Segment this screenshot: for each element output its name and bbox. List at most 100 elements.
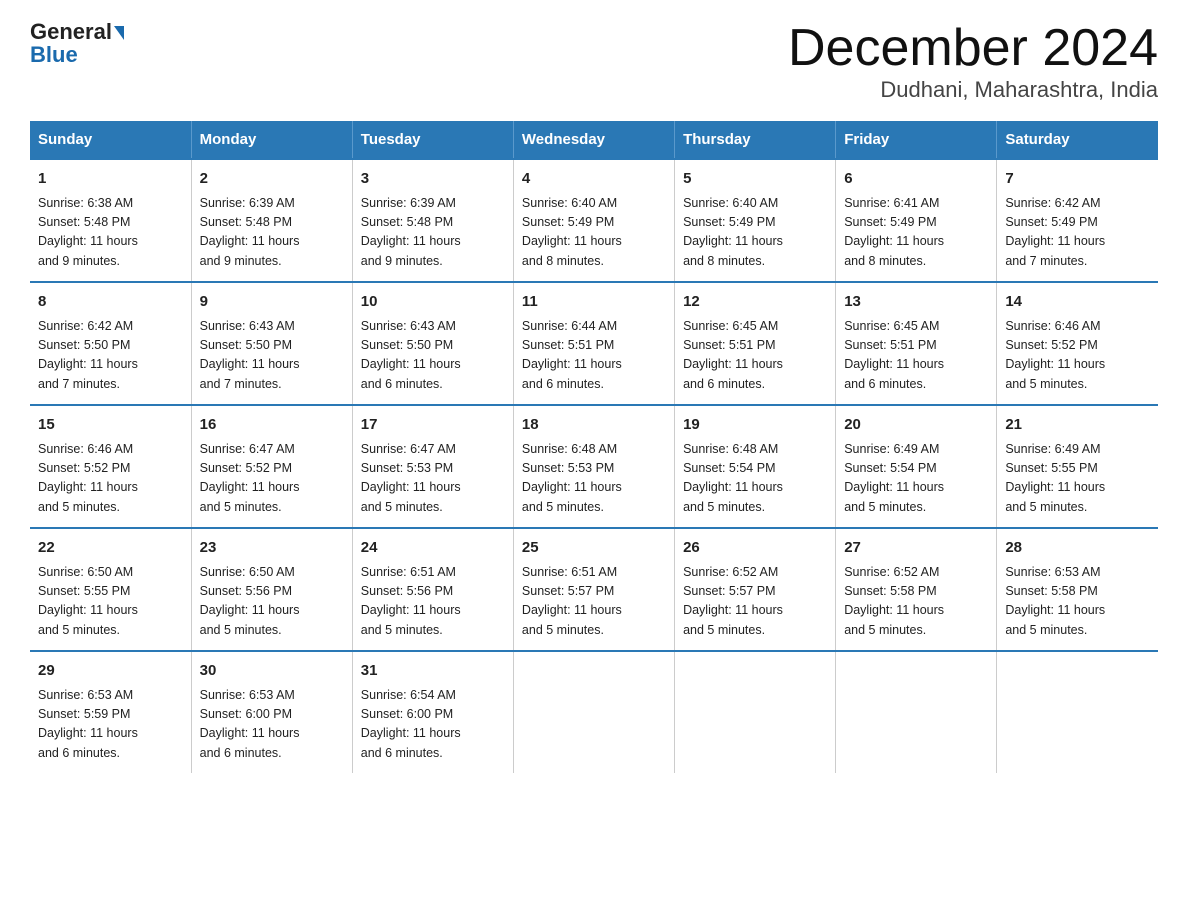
day-number: 1 bbox=[38, 168, 183, 191]
calendar-cell: 22Sunrise: 6:50 AM Sunset: 5:55 PM Dayli… bbox=[30, 528, 191, 651]
day-number: 21 bbox=[1005, 414, 1150, 437]
day-info: Sunrise: 6:45 AM Sunset: 5:51 PM Dayligh… bbox=[683, 317, 827, 395]
calendar-cell: 30 Sunrise: 6:53 AM Sunset: 6:00 PM Dayli… bbox=[191, 651, 352, 773]
calendar-cell: 2 Sunrise: 6:39 AM Sunset: 5:48 PM Daylig… bbox=[191, 159, 352, 282]
col-header-thursday: Thursday bbox=[675, 121, 836, 159]
day-info: Sunrise: 6:51 AM Sunset: 5:56 PM Dayligh… bbox=[361, 563, 505, 641]
calendar-cell: 17 Sunrise: 6:47 AM Sunset: 5:53 PM Dayli… bbox=[352, 405, 513, 528]
day-info: Sunrise: 6:47 AM Sunset: 5:53 PM Dayligh… bbox=[361, 440, 505, 518]
col-header-monday: Monday bbox=[191, 121, 352, 159]
col-header-tuesday: Tuesday bbox=[352, 121, 513, 159]
calendar-cell: 27 Sunrise: 6:52 AM Sunset: 5:58 PM Dayli… bbox=[836, 528, 997, 651]
day-info: Sunrise: 6:46 AM Sunset: 5:52 PM Dayligh… bbox=[1005, 317, 1150, 395]
calendar-body: 1 Sunrise: 6:38 AM Sunset: 5:48 PM Daylig… bbox=[30, 159, 1158, 773]
day-info: Sunrise: 6:40 AM Sunset: 5:49 PM Dayligh… bbox=[522, 194, 666, 272]
day-info: Sunrise: 6:41 AM Sunset: 5:49 PM Dayligh… bbox=[844, 194, 988, 272]
page-header: General Blue December 2024 Dudhani, Maha… bbox=[30, 20, 1158, 103]
calendar-cell: 18Sunrise: 6:48 AM Sunset: 5:53 PM Dayli… bbox=[513, 405, 674, 528]
day-info: Sunrise: 6:54 AM Sunset: 6:00 PM Dayligh… bbox=[361, 686, 505, 764]
calendar-cell: 8 Sunrise: 6:42 AM Sunset: 5:50 PM Daylig… bbox=[30, 282, 191, 405]
calendar-cell: 13Sunrise: 6:45 AM Sunset: 5:51 PM Dayli… bbox=[836, 282, 997, 405]
day-number: 9 bbox=[200, 291, 344, 314]
logo: General Blue bbox=[30, 20, 124, 68]
month-title: December 2024 bbox=[788, 20, 1158, 77]
calendar-cell: 21 Sunrise: 6:49 AM Sunset: 5:55 PM Dayli… bbox=[997, 405, 1158, 528]
day-info: Sunrise: 6:47 AM Sunset: 5:52 PM Dayligh… bbox=[200, 440, 344, 518]
day-info: Sunrise: 6:42 AM Sunset: 5:49 PM Dayligh… bbox=[1005, 194, 1150, 272]
day-number: 26 bbox=[683, 537, 827, 560]
logo-general-text: General bbox=[30, 20, 112, 44]
day-number: 11 bbox=[522, 291, 666, 314]
calendar-cell: 1 Sunrise: 6:38 AM Sunset: 5:48 PM Daylig… bbox=[30, 159, 191, 282]
calendar-cell: 28 Sunrise: 6:53 AM Sunset: 5:58 PM Dayli… bbox=[997, 528, 1158, 651]
calendar-cell: 26 Sunrise: 6:52 AM Sunset: 5:57 PM Dayli… bbox=[675, 528, 836, 651]
day-number: 24 bbox=[361, 537, 505, 560]
calendar-cell: 14Sunrise: 6:46 AM Sunset: 5:52 PM Dayli… bbox=[997, 282, 1158, 405]
day-info: Sunrise: 6:48 AM Sunset: 5:54 PM Dayligh… bbox=[683, 440, 827, 518]
calendar-cell: 4 Sunrise: 6:40 AM Sunset: 5:49 PM Daylig… bbox=[513, 159, 674, 282]
day-info: Sunrise: 6:51 AM Sunset: 5:57 PM Dayligh… bbox=[522, 563, 666, 641]
calendar-cell: 25 Sunrise: 6:51 AM Sunset: 5:57 PM Dayli… bbox=[513, 528, 674, 651]
calendar-cell: 7 Sunrise: 6:42 AM Sunset: 5:49 PM Daylig… bbox=[997, 159, 1158, 282]
calendar-cell: 9Sunrise: 6:43 AM Sunset: 5:50 PM Daylig… bbox=[191, 282, 352, 405]
day-info: Sunrise: 6:49 AM Sunset: 5:55 PM Dayligh… bbox=[1005, 440, 1150, 518]
calendar-cell: 12 Sunrise: 6:45 AM Sunset: 5:51 PM Dayli… bbox=[675, 282, 836, 405]
title-block: December 2024 Dudhani, Maharashtra, Indi… bbox=[788, 20, 1158, 103]
day-info: Sunrise: 6:52 AM Sunset: 5:57 PM Dayligh… bbox=[683, 563, 827, 641]
calendar-table: SundayMondayTuesdayWednesdayThursdayFrid… bbox=[30, 121, 1158, 773]
week-row-3: 15 Sunrise: 6:46 AM Sunset: 5:52 PM Dayli… bbox=[30, 405, 1158, 528]
day-number: 4 bbox=[522, 168, 666, 191]
calendar-cell: 15 Sunrise: 6:46 AM Sunset: 5:52 PM Dayli… bbox=[30, 405, 191, 528]
calendar-cell: 5 Sunrise: 6:40 AM Sunset: 5:49 PM Daylig… bbox=[675, 159, 836, 282]
day-number: 25 bbox=[522, 537, 666, 560]
day-info: Sunrise: 6:52 AM Sunset: 5:58 PM Dayligh… bbox=[844, 563, 988, 641]
day-number: 12 bbox=[683, 291, 827, 314]
calendar-cell bbox=[675, 651, 836, 773]
calendar-cell: 29Sunrise: 6:53 AM Sunset: 5:59 PM Dayli… bbox=[30, 651, 191, 773]
calendar-cell: 10 Sunrise: 6:43 AM Sunset: 5:50 PM Dayli… bbox=[352, 282, 513, 405]
day-info: Sunrise: 6:49 AM Sunset: 5:54 PM Dayligh… bbox=[844, 440, 988, 518]
calendar-cell bbox=[513, 651, 674, 773]
day-info: Sunrise: 6:53 AM Sunset: 6:00 PM Dayligh… bbox=[200, 686, 344, 764]
day-number: 5 bbox=[683, 168, 827, 191]
day-info: Sunrise: 6:53 AM Sunset: 5:58 PM Dayligh… bbox=[1005, 563, 1150, 641]
day-info: Sunrise: 6:39 AM Sunset: 5:48 PM Dayligh… bbox=[361, 194, 505, 272]
day-number: 7 bbox=[1005, 168, 1150, 191]
day-number: 29 bbox=[38, 660, 183, 683]
day-number: 8 bbox=[38, 291, 183, 314]
calendar-cell: 23Sunrise: 6:50 AM Sunset: 5:56 PM Dayli… bbox=[191, 528, 352, 651]
day-number: 20 bbox=[844, 414, 988, 437]
day-number: 10 bbox=[361, 291, 505, 314]
day-info: Sunrise: 6:50 AM Sunset: 5:56 PM Dayligh… bbox=[200, 563, 344, 641]
col-header-sunday: Sunday bbox=[30, 121, 191, 159]
day-info: Sunrise: 6:40 AM Sunset: 5:49 PM Dayligh… bbox=[683, 194, 827, 272]
col-header-friday: Friday bbox=[836, 121, 997, 159]
calendar-cell: 6 Sunrise: 6:41 AM Sunset: 5:49 PM Daylig… bbox=[836, 159, 997, 282]
day-number: 19 bbox=[683, 414, 827, 437]
week-row-1: 1 Sunrise: 6:38 AM Sunset: 5:48 PM Daylig… bbox=[30, 159, 1158, 282]
col-header-wednesday: Wednesday bbox=[513, 121, 674, 159]
day-number: 27 bbox=[844, 537, 988, 560]
week-row-4: 22Sunrise: 6:50 AM Sunset: 5:55 PM Dayli… bbox=[30, 528, 1158, 651]
day-info: Sunrise: 6:39 AM Sunset: 5:48 PM Dayligh… bbox=[200, 194, 344, 272]
calendar-cell: 16Sunrise: 6:47 AM Sunset: 5:52 PM Dayli… bbox=[191, 405, 352, 528]
day-info: Sunrise: 6:38 AM Sunset: 5:48 PM Dayligh… bbox=[38, 194, 183, 272]
day-number: 6 bbox=[844, 168, 988, 191]
calendar-cell: 3Sunrise: 6:39 AM Sunset: 5:48 PM Daylig… bbox=[352, 159, 513, 282]
day-number: 17 bbox=[361, 414, 505, 437]
day-number: 28 bbox=[1005, 537, 1150, 560]
day-info: Sunrise: 6:50 AM Sunset: 5:55 PM Dayligh… bbox=[38, 563, 183, 641]
calendar-cell: 24 Sunrise: 6:51 AM Sunset: 5:56 PM Dayli… bbox=[352, 528, 513, 651]
day-number: 15 bbox=[38, 414, 183, 437]
week-row-2: 8 Sunrise: 6:42 AM Sunset: 5:50 PM Daylig… bbox=[30, 282, 1158, 405]
day-info: Sunrise: 6:45 AM Sunset: 5:51 PM Dayligh… bbox=[844, 317, 988, 395]
calendar-cell bbox=[836, 651, 997, 773]
day-number: 2 bbox=[200, 168, 344, 191]
day-number: 30 bbox=[200, 660, 344, 683]
day-info: Sunrise: 6:44 AM Sunset: 5:51 PM Dayligh… bbox=[522, 317, 666, 395]
day-info: Sunrise: 6:42 AM Sunset: 5:50 PM Dayligh… bbox=[38, 317, 183, 395]
day-info: Sunrise: 6:43 AM Sunset: 5:50 PM Dayligh… bbox=[361, 317, 505, 395]
week-row-5: 29Sunrise: 6:53 AM Sunset: 5:59 PM Dayli… bbox=[30, 651, 1158, 773]
day-info: Sunrise: 6:46 AM Sunset: 5:52 PM Dayligh… bbox=[38, 440, 183, 518]
col-header-saturday: Saturday bbox=[997, 121, 1158, 159]
